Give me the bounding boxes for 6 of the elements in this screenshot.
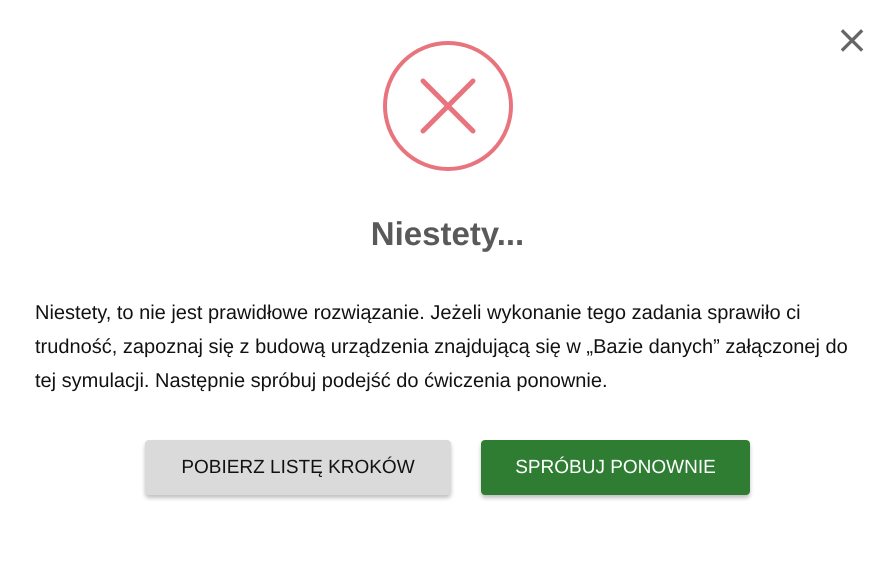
dialog-title: Niestety... xyxy=(370,214,524,254)
download-button[interactable]: POBIERZ LISTĘ KROKÓW xyxy=(145,440,451,495)
retry-button[interactable]: SPRÓBUJ PONOWNIE xyxy=(481,440,750,495)
message-text: Niestety, to nie jest prawidłowe rozwiązanie. Jeżeli wykonanie tego zadania sprawiło ci trudność, zapoznaj się z budową urządzenia znajdującą się w „Bazie danych” załączonej do tej symulacji. Następnie spróbuj podejść do ćwiczenia ponownie. xyxy=(34,301,849,394)
error-icon xyxy=(382,40,514,172)
close-button[interactable]: × xyxy=(835,22,869,58)
